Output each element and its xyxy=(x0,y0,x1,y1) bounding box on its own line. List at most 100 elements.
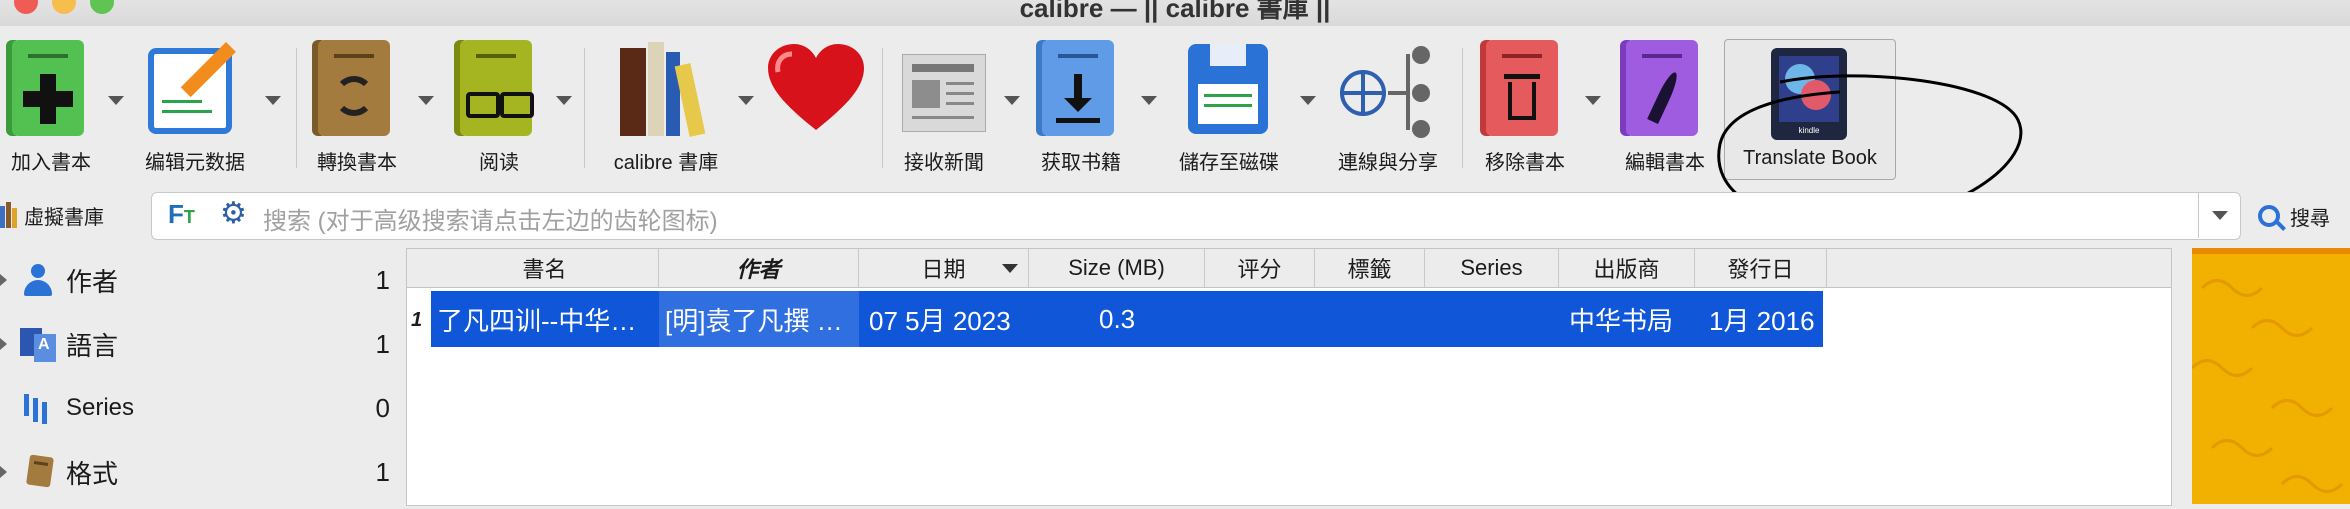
column-header-date[interactable]: 日期 xyxy=(859,249,1029,287)
add-book-button[interactable]: 加入書本 xyxy=(6,26,96,176)
virtual-library-button[interactable]: 虛擬書庫 xyxy=(0,198,104,232)
tag-browser-count: 0 xyxy=(375,392,390,423)
row-number: 1 xyxy=(411,309,423,331)
add-book-label: 加入書本 xyxy=(11,152,91,174)
convert-book-button[interactable]: 轉換書本 xyxy=(312,26,402,176)
column-header-title[interactable]: 書名 xyxy=(431,249,659,287)
get-books-icon xyxy=(1036,40,1126,136)
cell-series[interactable] xyxy=(1425,291,1559,347)
edit-book-icon xyxy=(1620,40,1710,136)
connect-share-button[interactable]: 連線與分享 xyxy=(1338,26,1438,176)
remove-book-button[interactable]: 移除書本 xyxy=(1480,26,1570,176)
window-title: calibre — || calibre 書庫 || xyxy=(1019,0,1331,23)
tag-browser-item-series[interactable]: Series 0 xyxy=(0,380,400,436)
expand-arrow-icon[interactable] xyxy=(0,274,7,286)
fetch-news-label: 接收新聞 xyxy=(904,152,984,174)
tag-browser-label: Series xyxy=(66,394,135,421)
tag-browser-count: 1 xyxy=(375,456,390,487)
search-button-label: 搜尋 xyxy=(2290,207,2330,230)
expand-arrow-icon[interactable] xyxy=(0,466,7,478)
edit-metadata-button[interactable]: 编辑元数据 xyxy=(145,26,245,176)
read-book-icon xyxy=(454,40,544,136)
add-book-dropdown-icon[interactable] xyxy=(108,96,124,105)
book-list-header: 書名 作者 日期 Size (MB) 评分 標籤 Series 出版商 發行日 xyxy=(407,249,2171,288)
calibre-library-icon xyxy=(616,40,716,137)
tag-browser-item-formats[interactable]: 格式 1 xyxy=(0,444,400,500)
expand-arrow-icon[interactable] xyxy=(0,338,7,350)
donate-button[interactable] xyxy=(766,26,866,176)
column-header-rating[interactable]: 评分 xyxy=(1205,249,1315,287)
fetch-news-button[interactable]: 接收新聞 xyxy=(898,26,990,176)
person-icon xyxy=(22,264,54,296)
book-list[interactable]: 書名 作者 日期 Size (MB) 评分 標籤 Series 出版商 發行日 … xyxy=(406,248,2172,506)
book-cover-preview[interactable] xyxy=(2190,248,2350,504)
fetch-news-dropdown-icon[interactable] xyxy=(1004,96,1020,105)
sort-descending-icon xyxy=(1002,264,1018,273)
cell-date[interactable]: 07 5月 2023 xyxy=(859,291,1029,347)
cell-tags[interactable] xyxy=(1315,291,1425,347)
tag-browser-count: 1 xyxy=(375,264,390,295)
tag-browser-item-authors[interactable]: 作者 1 xyxy=(0,252,400,308)
tag-browser-label: 作者 xyxy=(66,266,119,297)
edit-metadata-label: 编辑元数据 xyxy=(145,152,245,174)
table-row[interactable]: 了凡四训--中华… [明]袁了凡撰 … 07 5月 2023 0.3 中华书局 … xyxy=(431,291,1823,347)
virtual-library-label: 虛擬書庫 xyxy=(24,206,104,229)
convert-book-label: 轉換書本 xyxy=(317,152,397,174)
column-header-series[interactable]: Series xyxy=(1425,249,1559,287)
chevron-down-icon xyxy=(2212,211,2228,220)
save-to-disk-icon xyxy=(1184,40,1274,136)
calibre-library-dropdown-icon[interactable] xyxy=(738,96,754,105)
series-icon xyxy=(24,394,54,424)
column-header-pubdate[interactable]: 發行日 xyxy=(1695,249,1827,287)
read-book-label: 阅读 xyxy=(479,152,519,174)
convert-book-icon xyxy=(312,40,402,136)
edit-book-button[interactable]: 編輯書本 xyxy=(1620,26,1710,176)
tag-browser-count: 1 xyxy=(375,328,390,359)
edit-metadata-dropdown-icon[interactable] xyxy=(265,96,281,105)
column-header-tags[interactable]: 標籤 xyxy=(1315,249,1425,287)
search-icon xyxy=(2258,205,2286,231)
remove-book-label: 移除書本 xyxy=(1485,152,1565,174)
search-history-dropdown[interactable] xyxy=(2198,192,2241,238)
edit-metadata-icon xyxy=(148,40,238,136)
cell-pubdate[interactable]: 1月 2016 xyxy=(1695,291,1823,347)
connect-share-icon xyxy=(1340,40,1436,138)
calibre-library-label: calibre 書庫 xyxy=(613,152,719,174)
format-icon xyxy=(24,454,54,488)
get-books-button[interactable]: 获取书籍 xyxy=(1036,26,1126,176)
search-button[interactable]: 搜尋 xyxy=(2258,198,2330,234)
language-icon: A xyxy=(20,326,56,362)
library-books-icon xyxy=(0,202,18,228)
add-book-icon xyxy=(6,40,96,136)
get-books-dropdown-icon[interactable] xyxy=(1141,96,1157,105)
convert-book-dropdown-icon[interactable] xyxy=(418,96,434,105)
tag-browser-label: 格式 xyxy=(66,458,119,489)
search-input[interactable]: FT ⚙ 搜索 (对于高级搜索请点击左边的齿轮图标) xyxy=(151,192,2241,240)
remove-book-icon xyxy=(1480,40,1570,136)
column-header-date-label: 日期 xyxy=(921,257,966,282)
gear-icon[interactable]: ⚙ xyxy=(220,199,247,229)
read-book-button[interactable]: 阅读 xyxy=(454,26,544,176)
heart-donate-icon xyxy=(766,44,866,140)
cell-size[interactable]: 0.3 xyxy=(1029,291,1205,347)
read-book-dropdown-icon[interactable] xyxy=(556,96,572,105)
cell-publisher[interactable]: 中华书局 xyxy=(1559,291,1695,347)
save-to-disk-dropdown-icon[interactable] xyxy=(1300,96,1316,105)
remove-book-dropdown-icon[interactable] xyxy=(1585,96,1601,105)
newspaper-icon xyxy=(898,40,988,136)
column-header-publisher[interactable]: 出版商 xyxy=(1559,249,1695,287)
cell-author[interactable]: [明]袁了凡撰 … xyxy=(659,291,859,347)
save-to-disk-button[interactable]: 儲存至磁碟 xyxy=(1179,26,1279,176)
connect-share-label: 連線與分享 xyxy=(1338,152,1438,174)
find-text-icon[interactable]: FT xyxy=(168,199,195,230)
cell-rating[interactable] xyxy=(1205,291,1315,347)
tag-browser-label: 語言 xyxy=(66,330,119,361)
column-header-author[interactable]: 作者 xyxy=(659,249,859,287)
column-header-size[interactable]: Size (MB) xyxy=(1029,249,1205,287)
cloud-pattern-image xyxy=(2190,248,2350,504)
cell-title[interactable]: 了凡四训--中华… xyxy=(431,291,659,347)
save-to-disk-label: 儲存至磁碟 xyxy=(1179,152,1279,174)
title-bar: calibre — || calibre 書庫 || xyxy=(0,0,2350,26)
tag-browser-item-languages[interactable]: A 語言 1 xyxy=(0,316,400,372)
calibre-library-button[interactable]: calibre 書庫 xyxy=(614,26,718,176)
